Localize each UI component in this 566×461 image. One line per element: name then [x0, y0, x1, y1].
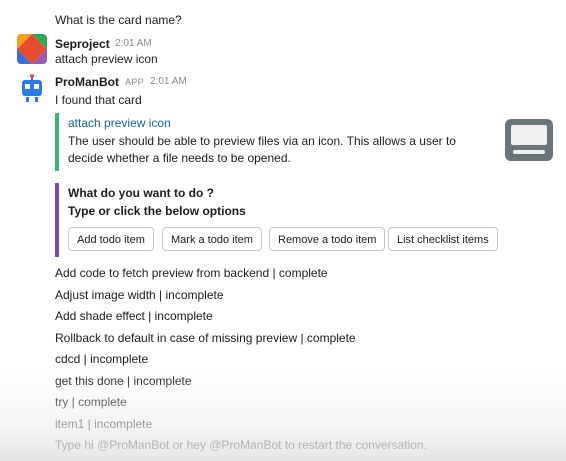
message-timestamp[interactable]: 2:01 AM: [150, 76, 187, 87]
restart-hint: Type hi @ProManBot or hey @ProManBot to …: [55, 438, 427, 452]
checklist-item: get this done | incomplete: [55, 374, 192, 388]
checklist-item: item1 | incomplete: [55, 417, 153, 431]
attachment-description: The user should be able to preview files…: [68, 134, 456, 165]
message-author[interactable]: ProManBot: [55, 75, 119, 89]
remove-todo-item-button[interactable]: Remove a todo item: [269, 227, 386, 251]
card-attachment: attach preview icon The user should be a…: [55, 113, 559, 171]
message-text: attach preview icon: [55, 52, 158, 66]
message-author[interactable]: Seproject: [55, 37, 110, 51]
checklist-item: cdcd | incomplete: [55, 352, 149, 366]
attachment-title-link[interactable]: attach preview icon: [68, 116, 171, 130]
action-question: What do you want to do ?: [68, 186, 214, 200]
mark-todo-item-button[interactable]: Mark a todo item: [162, 227, 262, 251]
seproject-avatar[interactable]: [17, 34, 47, 64]
message-timestamp[interactable]: 2:01 AM: [115, 38, 152, 49]
previous-message-text: What is the card name?: [55, 13, 182, 27]
list-checklist-items-button[interactable]: List checklist items: [388, 227, 498, 251]
action-block: What do you want to do ? Type or click t…: [55, 183, 514, 257]
checklist-item: try | complete: [55, 395, 127, 409]
preview-icon[interactable]: [505, 119, 553, 161]
action-instruction: Type or click the below options: [68, 204, 246, 218]
promanbot-avatar[interactable]: [17, 73, 47, 103]
add-todo-item-button[interactable]: Add todo item: [68, 227, 154, 251]
message-text: I found that card: [55, 93, 142, 107]
app-badge: APP: [125, 77, 144, 87]
checklist-item: Add code to fetch preview from backend |…: [55, 266, 328, 280]
checklist-item: Adjust image width | incomplete: [55, 288, 224, 302]
checklist-item: Add shade effect | incomplete: [55, 309, 213, 323]
checklist-item: Rollback to default in case of missing p…: [55, 331, 356, 345]
